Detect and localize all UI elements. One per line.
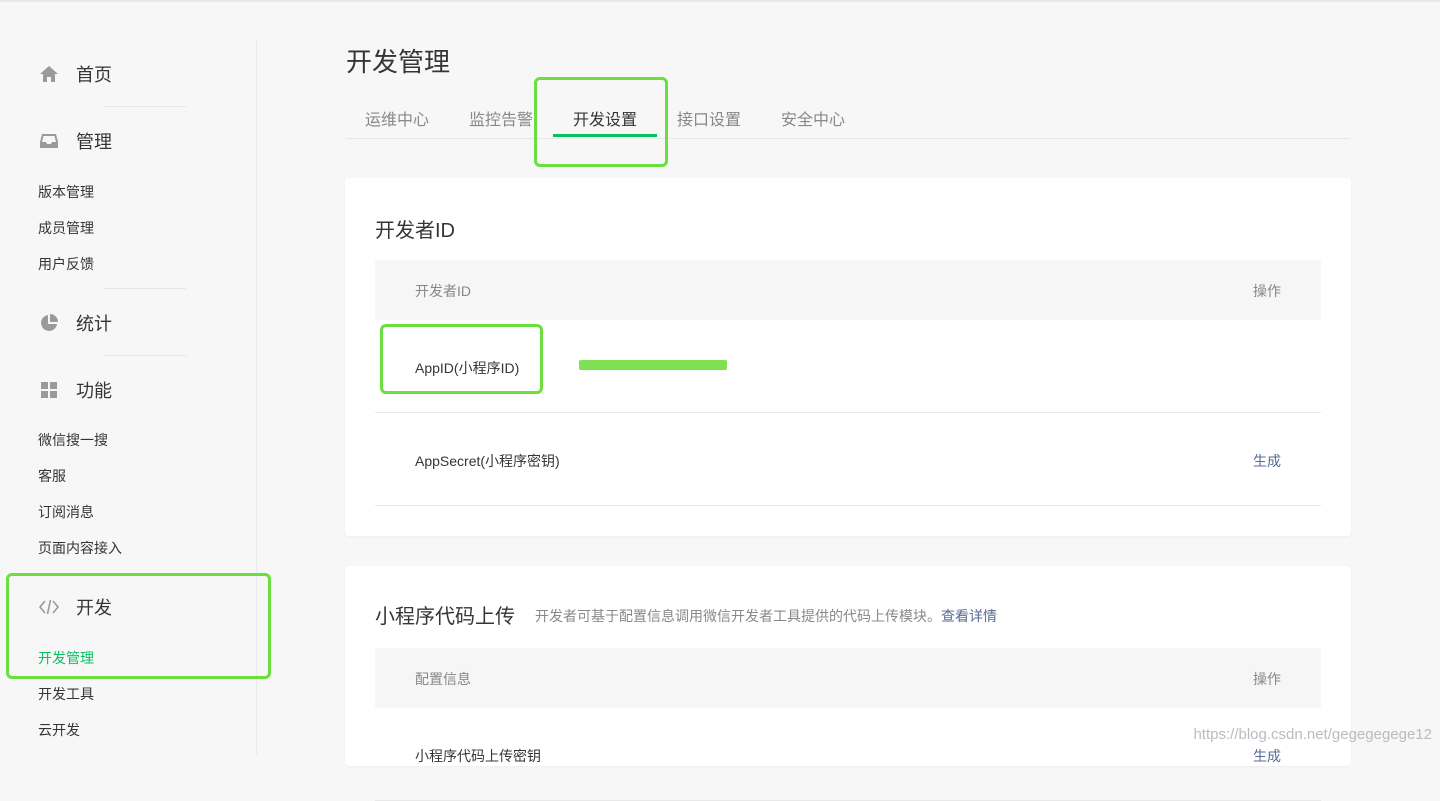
sidebar-subitem-dev-tools[interactable]: 开发工具	[38, 684, 94, 704]
watermark: https://blog.csdn.net/gegegegege12	[1193, 726, 1432, 743]
tab-bar: 运维中心 监控告警 开发设置 接口设置 安全中心	[346, 100, 1350, 139]
description-text: 开发者可基于配置信息调用微信开发者工具提供的代码上传模块。	[535, 608, 941, 624]
table-header: 开发者ID 操作	[375, 260, 1321, 320]
sidebar-subitem-version[interactable]: 版本管理	[38, 182, 94, 202]
highlight-box	[534, 77, 668, 167]
sidebar-subitem-customer-service[interactable]: 客服	[38, 466, 66, 486]
card-title: 开发者ID	[375, 220, 455, 242]
divider	[104, 106, 186, 107]
sidebar-subitem-page-content[interactable]: 页面内容接入	[38, 538, 122, 558]
table-row: AppSecret(小程序密钥) 生成	[375, 413, 1321, 506]
sidebar-subitem-feedback[interactable]: 用户反馈	[38, 254, 94, 274]
column-header: 操作	[1253, 671, 1281, 687]
sidebar-item-label: 统计	[76, 314, 112, 334]
tab-security-center[interactable]: 安全中心	[781, 106, 845, 130]
table-row: 小程序代码上传密钥 生成	[375, 708, 1321, 801]
grid-icon	[38, 379, 60, 401]
card-title: 小程序代码上传	[375, 606, 515, 628]
highlight-box	[380, 324, 543, 394]
home-icon	[38, 63, 60, 85]
column-header: 开发者ID	[415, 283, 471, 299]
divider	[104, 288, 186, 289]
tab-ops-center[interactable]: 运维中心	[365, 106, 429, 130]
appid-value-redacted	[579, 360, 727, 370]
page-title: 开发管理	[346, 47, 451, 77]
sidebar-subitem-members[interactable]: 成员管理	[38, 218, 94, 238]
view-details-link[interactable]: 查看详情	[941, 608, 997, 624]
card-description: 开发者可基于配置信息调用微信开发者工具提供的代码上传模块。查看详情	[535, 606, 997, 626]
generate-upload-key-button[interactable]: 生成	[1253, 746, 1281, 766]
sidebar-item-label: 功能	[76, 381, 112, 401]
upload-key-label: 小程序代码上传密钥	[415, 748, 541, 764]
appsecret-label: AppSecret(小程序密钥)	[415, 453, 560, 469]
table-header: 配置信息 操作	[375, 648, 1321, 708]
pie-chart-icon	[38, 312, 60, 334]
inbox-icon	[38, 130, 60, 152]
sidebar-subitem-wechat-search[interactable]: 微信搜一搜	[38, 430, 108, 450]
column-header: 操作	[1253, 283, 1281, 299]
sidebar-subitem-subscribe-msg[interactable]: 订阅消息	[38, 502, 94, 522]
divider	[104, 355, 186, 356]
tab-api-settings[interactable]: 接口设置	[677, 106, 741, 130]
column-header: 配置信息	[415, 671, 471, 687]
highlight-box	[6, 573, 271, 679]
sidebar-item-label: 管理	[76, 132, 112, 152]
sidebar-subitem-cloud-dev[interactable]: 云开发	[38, 720, 80, 740]
generate-secret-button[interactable]: 生成	[1253, 451, 1281, 471]
sidebar-item-label: 首页	[76, 65, 112, 85]
tab-monitor-alert[interactable]: 监控告警	[469, 106, 533, 130]
